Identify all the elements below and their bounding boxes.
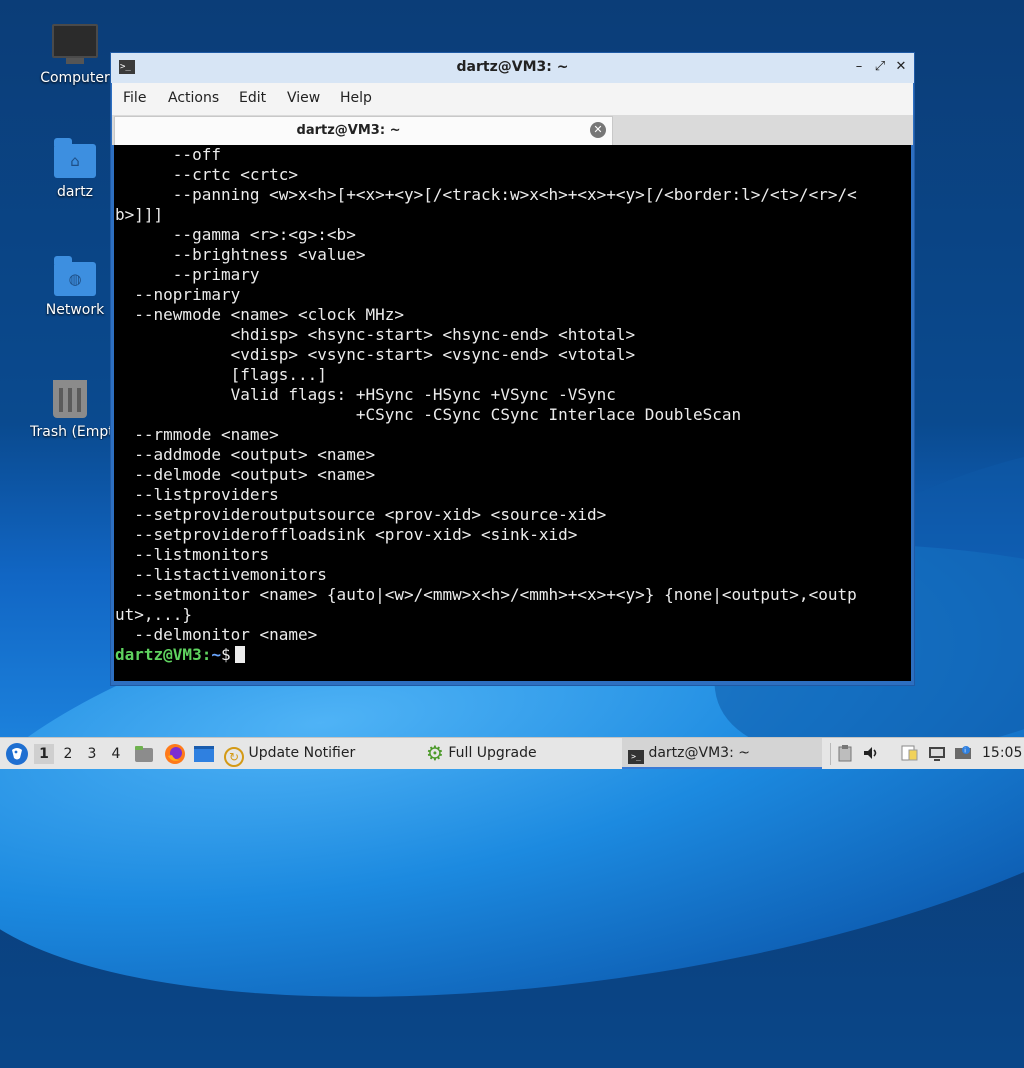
terminal-line: ut>,...} (115, 605, 193, 624)
desktop-icon-network[interactable]: ◍ Network (30, 256, 120, 318)
terminal-line: --panning <w>x<h>[+<x>+<y>[/<track:w>x<h… (115, 185, 857, 204)
maximize-button[interactable]: ⤢ (871, 58, 889, 76)
terminal-line: <hdisp> <hsync-start> <hsync-end> <htota… (115, 325, 636, 344)
task-label: Full Upgrade (448, 745, 537, 761)
terminal-line: --newmode <name> <clock MHz> (115, 305, 404, 324)
menu-file[interactable]: File (123, 90, 146, 106)
text-cursor (234, 646, 245, 663)
workspace-4[interactable]: 4 (106, 744, 126, 764)
terminal-line: +CSync -CSync CSync Interlace DoubleScan (115, 405, 742, 424)
volume-icon[interactable] (862, 744, 880, 762)
desktop-icon-label: Trash (Empty) (30, 424, 110, 440)
terminal-line: --listproviders (115, 485, 279, 504)
menu-edit[interactable]: Edit (239, 90, 266, 106)
task-label: Update Notifier (248, 745, 356, 761)
prompt-user-host: dartz@VM3 (115, 645, 202, 664)
desktop-icon-label: Network (45, 302, 105, 318)
task-full-upgrade[interactable]: ⚙ Full Upgrade (426, 738, 537, 769)
menu-actions[interactable]: Actions (168, 90, 219, 106)
show-desktop-icon[interactable] (193, 744, 215, 764)
desktop-icon-computer[interactable]: Computer (30, 24, 120, 86)
network-status-icon[interactable]: i (954, 744, 972, 762)
prompt-separator: : (201, 645, 212, 664)
desktop-icon-home[interactable]: ⌂ dartz (30, 138, 120, 200)
window-title: dartz@VM3: ~ (456, 59, 569, 75)
terminal-line: b>]]] (115, 205, 164, 224)
prompt-path: ~ (211, 645, 221, 664)
terminal-line: --setprovideroffloadsink <prov-xid> <sin… (115, 525, 578, 544)
clipboard-icon[interactable] (836, 744, 854, 762)
tab-bar: dartz@VM3: ~ ✕ (112, 115, 913, 145)
terminal-line: [flags...] (115, 365, 327, 384)
terminal-icon: >_ (628, 750, 644, 764)
terminal-line: Valid flags: +HSync -HSync +VSync -VSync (115, 385, 616, 404)
terminal-line: --noprimary (115, 285, 241, 304)
menu-bar: File Actions Edit View Help (112, 83, 913, 115)
close-button[interactable]: ✕ (892, 58, 910, 76)
notes-icon[interactable] (900, 744, 918, 762)
clock[interactable]: 15:05 (982, 738, 1022, 769)
prompt-symbol: $ (220, 645, 231, 664)
terminal-prompt-line: dartz@VM3:~$ (115, 645, 245, 665)
update-notifier-icon: ↻ (224, 747, 244, 767)
task-terminal[interactable]: >_ dartz@VM3: ~ (622, 738, 822, 769)
workspace-1[interactable]: 1 (34, 744, 54, 764)
terminal-line: --brightness <value> (115, 245, 366, 264)
file-manager-icon[interactable] (134, 744, 154, 764)
terminal-window: >_ dartz@VM3: ~ – ⤢ ✕ File Actions Edit … (110, 52, 915, 686)
network-folder-icon: ◍ (54, 256, 96, 296)
terminal-line: --setprovideroutputsource <prov-xid> <so… (115, 505, 607, 524)
terminal-tab[interactable]: dartz@VM3: ~ ✕ (114, 116, 613, 145)
terminal-line: <vdisp> <vsync-start> <vsync-end> <vtota… (115, 345, 636, 364)
desktop-icon-trash[interactable]: Trash (Empty) (30, 380, 110, 440)
trash-icon (53, 380, 87, 418)
taskbar: 1 2 3 4 ↻ Update Notifier ⚙ Full Upgrade… (0, 737, 1024, 769)
workspace-3[interactable]: 3 (82, 744, 102, 764)
desktop-icon-label: Computer (40, 70, 110, 86)
terminal-output[interactable]: --off --crtc <crtc> --panning <w>x<h>[+<… (114, 145, 911, 681)
terminal-line: --crtc <crtc> (115, 165, 299, 184)
gear-icon: ⚙ (426, 741, 444, 765)
terminal-line: --addmode <output> <name> (115, 445, 376, 464)
terminal-line: --off (115, 145, 221, 164)
minimize-button[interactable]: – (850, 58, 868, 76)
menu-view[interactable]: View (287, 90, 320, 106)
terminal-line: --listactivemonitors (115, 565, 327, 584)
workspace-2[interactable]: 2 (58, 744, 78, 764)
task-label: dartz@VM3: ~ (648, 745, 750, 761)
terminal-line: --listmonitors (115, 545, 270, 564)
tab-close-icon[interactable]: ✕ (590, 122, 606, 138)
start-menu-icon[interactable] (5, 742, 29, 766)
terminal-line: --primary (115, 265, 260, 284)
terminal-line: --gamma <r>:<g>:<b> (115, 225, 356, 244)
terminal-line: --delmonitor <name> (115, 625, 318, 644)
terminal-line: --setmonitor <name> {auto|<w>/<mmw>x<h>/… (115, 585, 857, 604)
tab-label: dartz@VM3: ~ (296, 123, 401, 138)
tray-separator (830, 743, 831, 765)
computer-icon (52, 24, 98, 64)
menu-help[interactable]: Help (340, 90, 372, 106)
window-titlebar[interactable]: >_ dartz@VM3: ~ – ⤢ ✕ (111, 53, 914, 83)
desktop-icon-label: dartz (56, 184, 94, 200)
display-icon[interactable] (928, 744, 946, 762)
home-folder-icon: ⌂ (54, 138, 96, 178)
terminal-line: --rmmode <name> (115, 425, 279, 444)
task-update-notifier[interactable]: ↻ Update Notifier (224, 738, 355, 769)
firefox-icon[interactable] (164, 743, 186, 765)
terminal-line: --delmode <output> <name> (115, 465, 376, 484)
